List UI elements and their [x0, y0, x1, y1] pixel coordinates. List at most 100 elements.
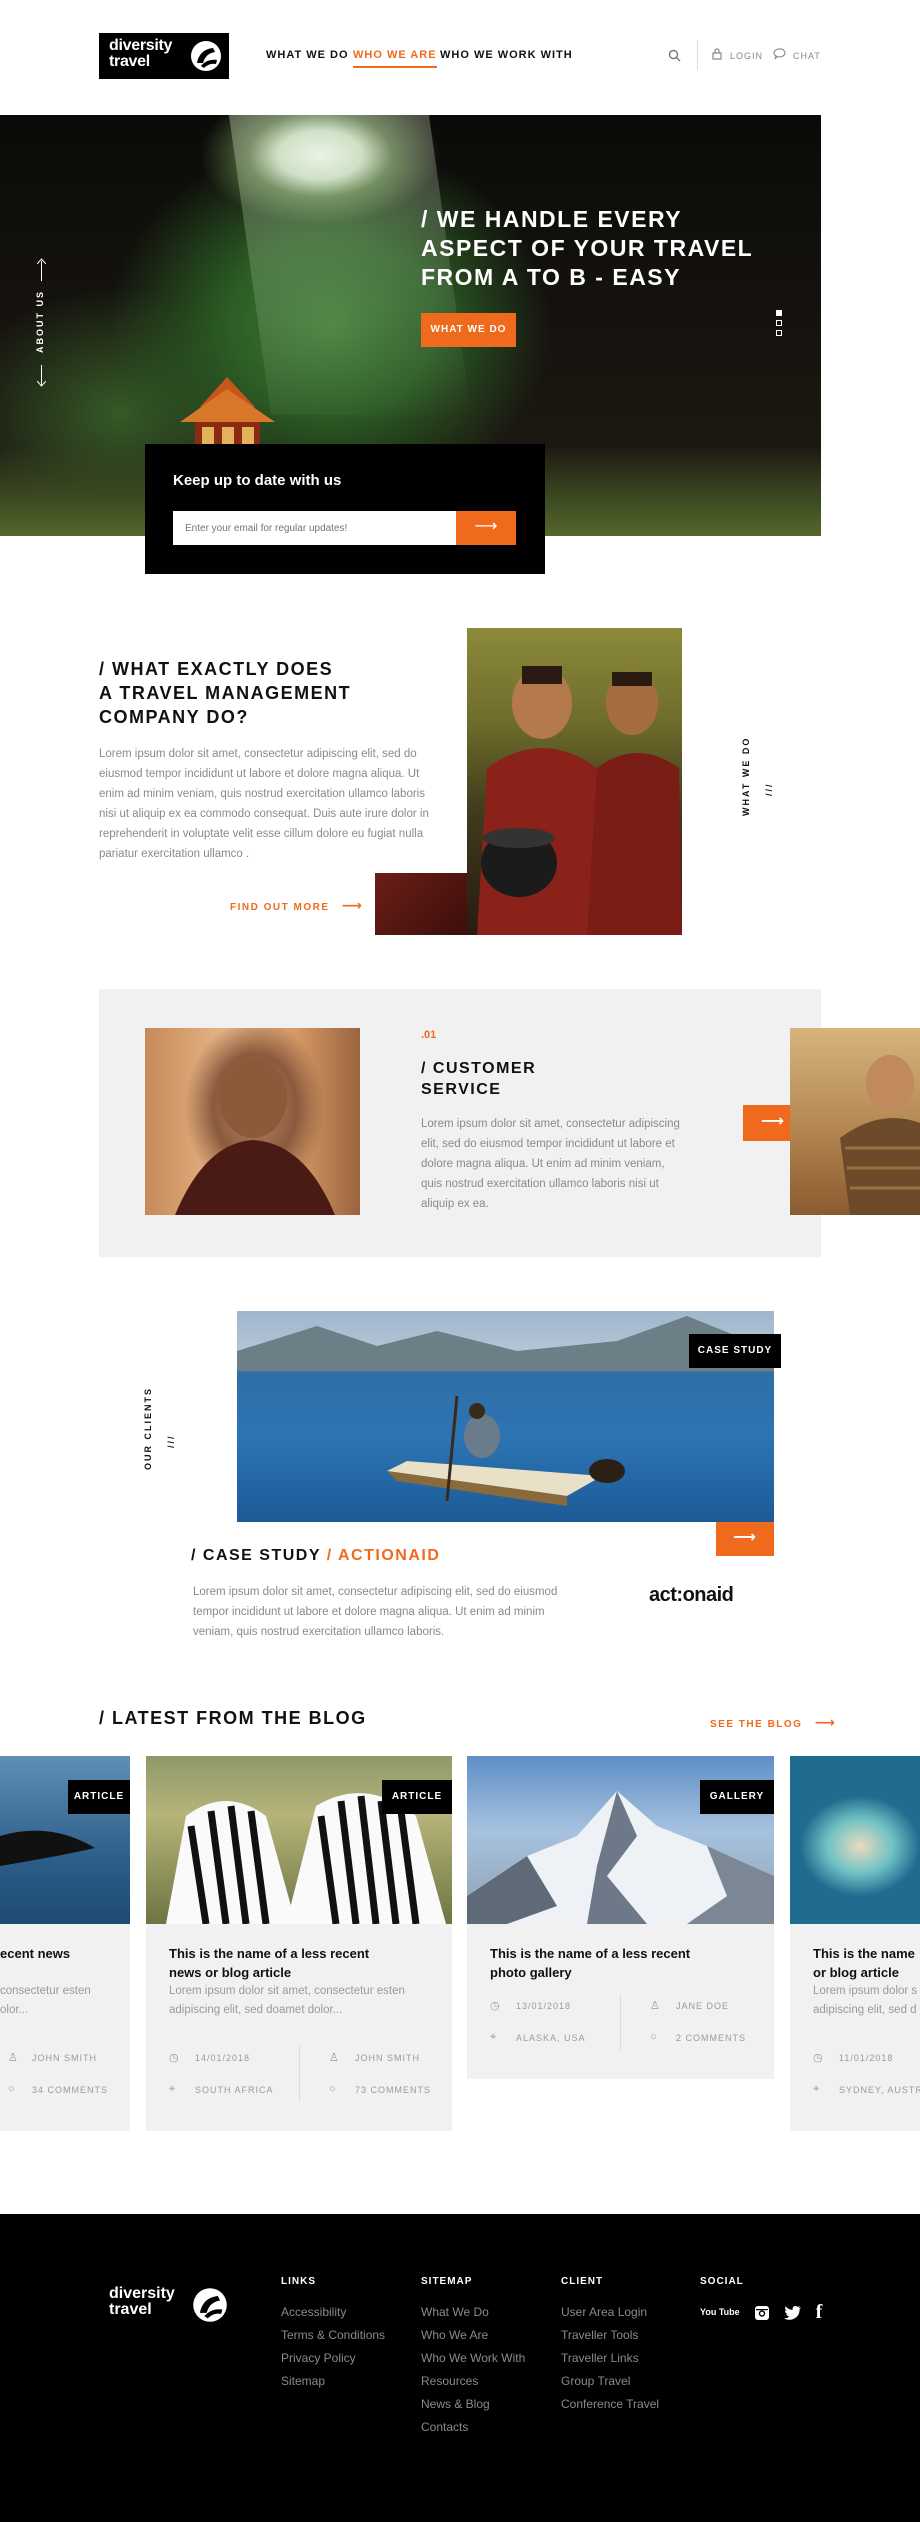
- card-title-line: This is the name of a less recent: [490, 1946, 691, 1961]
- footer-sitemap-column: SITEMAP What We Do Who We Are Who We Wor…: [421, 2276, 525, 2439]
- footer-link[interactable]: Who We Are: [421, 2324, 525, 2347]
- service-body: Lorem ipsum dolor sit amet, consectetur …: [421, 1118, 680, 1210]
- location-pin-icon: ⌖: [490, 2031, 497, 2043]
- footer-link[interactable]: User Area Login: [561, 2301, 659, 2324]
- arrow-up-icon[interactable]: [37, 258, 46, 264]
- old-monk-illustration: [175, 1058, 335, 1215]
- footer-link[interactable]: What We Do: [421, 2301, 525, 2324]
- case-study-tag: CASE STUDY: [689, 1334, 781, 1368]
- nav-what-we-do[interactable]: WHAT WE DO: [266, 49, 349, 61]
- comment-icon: ○: [329, 2083, 336, 2095]
- monks-illustration: [477, 666, 682, 935]
- case-study-title-client: / ACTIONAID: [326, 1547, 441, 1564]
- footer-links-column: LINKS Accessibility Terms & Conditions P…: [281, 2276, 385, 2393]
- footer-heading: LINKS: [281, 2276, 316, 2287]
- facebook-icon[interactable]: f: [816, 2301, 823, 2324]
- clock-icon: ◷: [813, 2052, 823, 2064]
- card-title-line: news or blog article: [169, 1965, 292, 1980]
- footer-logo[interactable]: diversity travel: [109, 2282, 239, 2328]
- blog-card[interactable]: ARTICLE This is the name of a less recen…: [146, 1756, 452, 2131]
- case-study-next-button[interactable]: ⟶: [716, 1522, 774, 1556]
- card-text-line: consectetur esten: [0, 1985, 91, 1997]
- blog-card[interactable]: GALLERY This is the name of a less recen…: [467, 1756, 774, 2079]
- card-text-line: olor...: [0, 2004, 29, 2016]
- slide-dot[interactable]: [776, 320, 782, 326]
- footer-social-column: SOCIAL You Tube f: [700, 2276, 822, 2324]
- slash-decoration: ///: [764, 782, 774, 796]
- what-we-do-label[interactable]: WHAT WE DO: [741, 737, 751, 816]
- youtube-icon[interactable]: You Tube: [700, 2308, 740, 2317]
- footer-link[interactable]: Who We Work With: [421, 2347, 525, 2370]
- footer-link[interactable]: News & Blog: [421, 2393, 525, 2416]
- header-divider: [697, 40, 698, 70]
- logo[interactable]: diversity travel: [99, 33, 229, 79]
- card-date: 13/01/2018: [516, 2001, 572, 2011]
- about-title-line: A TRAVEL MANAGEMENT: [99, 683, 352, 703]
- gallery-tag: GALLERY: [700, 1780, 774, 1814]
- article-tag: ARTICLE: [68, 1780, 130, 1814]
- subscribe-box: Keep up to date with us ⟶: [145, 444, 545, 574]
- footer: diversity travel LINKS Accessibility Ter…: [0, 2214, 920, 2522]
- article-tag: ARTICLE: [382, 1780, 452, 1814]
- card-comments: 73 COMMENTS: [355, 2085, 432, 2095]
- footer-logo-line: travel: [109, 2301, 152, 2318]
- footer-link[interactable]: Resources: [421, 2370, 525, 2393]
- instagram-icon[interactable]: [754, 2305, 770, 2321]
- hero-title-line: FROM A TO B - EASY: [421, 264, 681, 290]
- find-out-more-label: FIND OUT MORE: [230, 902, 330, 913]
- footer-link[interactable]: Conference Travel: [561, 2393, 659, 2416]
- user-icon: ♙: [650, 2000, 660, 2012]
- search-icon[interactable]: [668, 49, 681, 62]
- footer-link[interactable]: Sitemap: [281, 2370, 385, 2393]
- slide-dot-active[interactable]: [776, 310, 782, 316]
- footer-link[interactable]: Accessibility: [281, 2301, 385, 2324]
- blog-card[interactable]: ARTICLE ecent news consectetur esten olo…: [0, 1756, 130, 2131]
- card-title: This is the name of a less recent news o…: [169, 1944, 439, 1982]
- hand-globe-icon: [193, 2288, 227, 2322]
- card-text-line: Lorem ipsum dolor s: [813, 1985, 918, 1997]
- footer-link[interactable]: Traveller Tools: [561, 2324, 659, 2347]
- twitter-icon[interactable]: [783, 2305, 802, 2320]
- our-clients-label[interactable]: OUR CLIENTS: [143, 1387, 153, 1470]
- card-title: This is the name of a less recent photo …: [490, 1944, 760, 1982]
- case-study-body: Lorem ipsum dolor sit amet, consectetur …: [193, 1586, 558, 1638]
- see-the-blog-label: SEE THE BLOG: [710, 1719, 803, 1730]
- about-us-label[interactable]: ABOUT US: [35, 290, 45, 353]
- card-location: SYDNEY, AUSTRA: [839, 2085, 920, 2095]
- see-the-blog-link[interactable]: SEE THE BLOG ⟶: [710, 1714, 836, 1731]
- chat-link[interactable]: CHAT: [793, 51, 821, 61]
- card-text-line: adipiscing elit, sed d: [813, 2004, 917, 2016]
- card-author: JOHN SMITH: [355, 2053, 420, 2063]
- slide-dot[interactable]: [776, 330, 782, 336]
- subscribe-submit-button[interactable]: ⟶: [456, 511, 516, 545]
- location-pin-icon: ⌖: [169, 2083, 176, 2095]
- card-text: Lorem ipsum dolor s adipiscing elit, sed…: [813, 1982, 920, 2020]
- footer-link[interactable]: Traveller Links: [561, 2347, 659, 2370]
- slash-decoration: ///: [166, 1434, 176, 1448]
- about-title: / WHAT EXACTLY DOES A TRAVEL MANAGEMENT …: [99, 657, 351, 729]
- hero-cta-button[interactable]: WHAT WE DO: [421, 313, 516, 347]
- footer-link[interactable]: Group Travel: [561, 2370, 659, 2393]
- footer-link[interactable]: Contacts: [421, 2416, 525, 2439]
- nav-who-we-are[interactable]: WHO WE ARE: [353, 49, 437, 68]
- card-title-line: or blog article: [813, 1965, 899, 1980]
- footer-heading: SOCIAL: [700, 2276, 744, 2287]
- nav-who-we-work-with[interactable]: WHO WE WORK WITH: [440, 49, 573, 61]
- actionaid-logo[interactable]: act:onaid: [649, 1584, 734, 1607]
- comment-icon: ○: [650, 2031, 657, 2043]
- chat-icon: [773, 48, 786, 60]
- card-date: 14/01/2018: [195, 2053, 251, 2063]
- arrow-down-icon[interactable]: [37, 381, 46, 387]
- subscribe-email-input[interactable]: [173, 511, 456, 545]
- monks-image: [467, 628, 682, 935]
- meta-divider: [620, 1994, 621, 2050]
- logo-text: diversity travel: [109, 38, 172, 70]
- old-monk-image: [145, 1028, 360, 1215]
- card-comments: 2 COMMENTS: [676, 2033, 747, 2043]
- find-out-more-link[interactable]: FIND OUT MORE ⟶: [230, 897, 363, 914]
- footer-link[interactable]: Privacy Policy: [281, 2347, 385, 2370]
- login-link[interactable]: LOGIN: [730, 51, 763, 61]
- side-line-top: [41, 261, 42, 281]
- footer-link[interactable]: Terms & Conditions: [281, 2324, 385, 2347]
- blog-card[interactable]: This is the name or blog article Lorem i…: [790, 1756, 920, 2131]
